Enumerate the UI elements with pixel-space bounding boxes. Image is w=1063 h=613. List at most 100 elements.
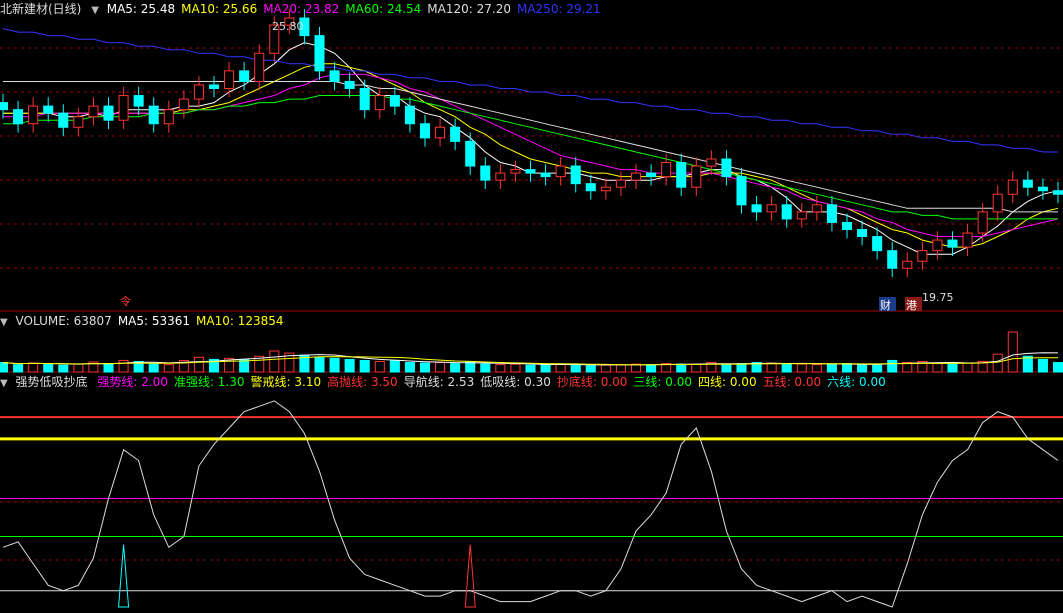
ma-line-ma10 — [3, 63, 1059, 248]
candle-body-7 — [103, 105, 114, 121]
volume-bar-30 — [450, 363, 461, 373]
volume-bar-13 — [193, 356, 204, 373]
candle-31 — [465, 132, 476, 175]
volume-bar-68 — [1022, 355, 1033, 373]
candle-body-17 — [254, 52, 265, 82]
ma-legend-label-2: MA20: 23.82 — [263, 2, 340, 16]
volume-bar-8 — [118, 359, 129, 373]
volume-bar-36 — [540, 364, 551, 373]
volume-bar-58 — [872, 364, 883, 373]
candle-body-46 — [691, 165, 702, 188]
volume-bar-16 — [239, 359, 250, 373]
indicator-line — [2, 400, 1059, 608]
candle-68 — [1022, 171, 1033, 197]
indicator-legend-label-5: 低吸线: 0.30 — [480, 375, 551, 389]
candle-61 — [917, 241, 928, 271]
candle-29 — [435, 118, 446, 147]
volume-legend-toggle-icon[interactable]: ▼ — [0, 317, 8, 328]
candle-body-32 — [480, 165, 491, 181]
candle-64 — [962, 224, 973, 256]
volume-bar-67 — [1007, 331, 1018, 373]
candle-1 — [13, 100, 24, 133]
candle-body-27 — [404, 105, 415, 125]
candle-body-28 — [419, 123, 431, 139]
stock-chart[interactable]: 25.80 19.75 令 财 港 — [0, 0, 1063, 613]
candle-body-30 — [450, 126, 461, 142]
candle-26 — [389, 86, 400, 115]
candle-body-39 — [585, 183, 596, 192]
candle-38 — [570, 157, 581, 193]
volume-bar-43 — [646, 364, 657, 373]
ma-legend-label-0: MA5: 25.48 — [106, 2, 176, 16]
volume-bar-37 — [555, 363, 566, 373]
indicator-legend-toggle-icon[interactable]: ▼ — [0, 378, 8, 389]
high-price-label: 25.80 — [272, 20, 304, 33]
volume-bar-28 — [419, 362, 431, 373]
candle-33 — [495, 164, 506, 189]
candle-body-16 — [239, 70, 250, 82]
candlestick-layer[interactable] — [0, 9, 1063, 278]
candle-body-10 — [148, 105, 159, 125]
volume-bar-22 — [329, 357, 340, 373]
candle-21 — [314, 26, 325, 80]
volume-bar-53 — [796, 363, 807, 373]
indicator-legend-label-1: 准强线: 1.30 — [173, 375, 245, 389]
volume-bar-5 — [73, 363, 84, 373]
candle-40 — [600, 178, 611, 200]
main-legend-toggle-icon[interactable]: ▼ — [91, 5, 99, 16]
indicator-legend-label-3: 高抛线: 3.50 — [327, 375, 398, 389]
candle-body-68 — [1022, 179, 1033, 188]
candle-body-51 — [766, 204, 777, 213]
volume-bar-59 — [887, 359, 898, 373]
volume-legend-label-2: MA10: 123854 — [196, 314, 284, 328]
candle-body-13 — [193, 84, 204, 100]
candle-body-49 — [736, 176, 747, 206]
candle-body-2 — [28, 105, 39, 125]
volume-bar-41 — [615, 364, 626, 373]
event-marker[interactable]: 令 — [120, 294, 131, 308]
candle-body-11 — [163, 109, 174, 125]
candle-41 — [615, 171, 626, 197]
candle-43 — [646, 164, 657, 186]
candle-36 — [540, 164, 551, 186]
candle-body-63 — [947, 239, 958, 248]
candle-body-35 — [525, 169, 536, 174]
candle-body-38 — [570, 165, 581, 185]
candle-35 — [525, 160, 536, 182]
candle-body-22 — [329, 70, 340, 82]
candle-6 — [88, 97, 99, 126]
volume-bar-1 — [13, 364, 24, 373]
ma-legend-label-5: MA250: 29.21 — [516, 2, 601, 16]
ma-line-ma60 — [3, 95, 1058, 220]
volume-ma10-line — [2, 356, 1058, 366]
candle-body-5 — [73, 116, 84, 128]
volume-bar-40 — [600, 364, 611, 373]
candle-51 — [766, 196, 777, 221]
candle-47 — [706, 150, 717, 175]
badge-hk[interactable]: 港 — [906, 299, 917, 312]
candle-8 — [118, 86, 129, 130]
candle-23 — [344, 72, 355, 98]
volume-legend-label-0: VOLUME: 63807 — [15, 314, 112, 328]
candle-17 — [254, 44, 265, 91]
volume-bar-3 — [43, 363, 54, 373]
volume-layer[interactable] — [0, 331, 1063, 373]
candle-12 — [178, 90, 189, 119]
candle-body-70 — [1052, 190, 1063, 195]
candle-body-24 — [359, 88, 370, 111]
badge-finance[interactable]: 财 — [880, 298, 891, 312]
candle-body-67 — [1007, 179, 1018, 195]
candle-body-3 — [43, 105, 54, 114]
volume-bar-26 — [389, 360, 400, 373]
indicator-legend-label-2: 警戒线: 3.10 — [250, 375, 322, 389]
candle-body-15 — [224, 70, 235, 89]
candle-body-65 — [977, 211, 988, 234]
ma-line-ma5 — [3, 42, 1059, 255]
candle-body-61 — [917, 250, 928, 262]
candle-11 — [163, 100, 174, 133]
main-legend: 北新建材(日线) ▼ MA5: 25.48 MA10: 25.66 MA20: 23… — [0, 1, 613, 17]
volume-bar-49 — [736, 363, 747, 373]
indicator-layer[interactable] — [0, 400, 1063, 608]
candle-body-42 — [630, 172, 642, 181]
candle-body-4 — [58, 112, 69, 128]
